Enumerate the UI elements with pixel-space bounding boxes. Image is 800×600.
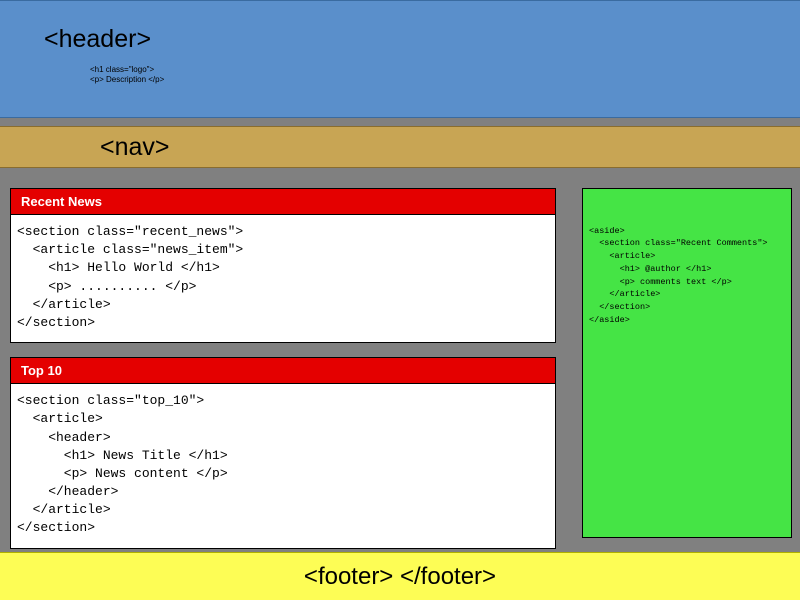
header-sub-line2: <p> Description </p> bbox=[90, 75, 164, 85]
header-tag-label: <header> bbox=[44, 25, 151, 54]
footer-tag-label: <footer> </footer> bbox=[304, 563, 496, 591]
aside-region: <aside> <section class="Recent Comments"… bbox=[582, 188, 792, 538]
main-content-column: Recent News <section class="recent_news"… bbox=[10, 188, 556, 563]
nav-region: <nav> bbox=[0, 126, 800, 168]
recent-news-card: Recent News <section class="recent_news"… bbox=[10, 188, 556, 343]
recent-news-card-body: <section class="recent_news"> <article c… bbox=[11, 215, 555, 342]
recent-news-card-title: Recent News bbox=[11, 189, 555, 215]
header-region: <header> <h1 class="logo"> <p> Descripti… bbox=[0, 0, 800, 118]
top-10-card-body: <section class="top_10"> <article> <head… bbox=[11, 384, 555, 548]
nav-tag-label: <nav> bbox=[100, 133, 170, 162]
header-sub-line1: <h1 class="logo"> bbox=[90, 65, 164, 75]
aside-body: <aside> <section class="Recent Comments"… bbox=[589, 225, 787, 327]
footer-region: <footer> </footer> bbox=[0, 552, 800, 600]
header-subcode: <h1 class="logo"> <p> Description </p> bbox=[90, 65, 164, 86]
top-10-card-title: Top 10 bbox=[11, 358, 555, 384]
top-10-card: Top 10 <section class="top_10"> <article… bbox=[10, 357, 556, 549]
